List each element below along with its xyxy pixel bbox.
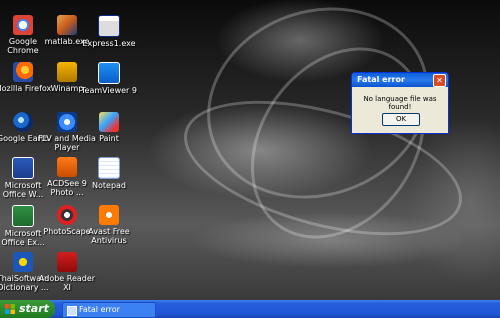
desktop-icon-label: TeamViewer 9 xyxy=(81,86,137,95)
desktop: Google Chrome Mozilla Firefox Google Ear… xyxy=(0,0,500,300)
start-label: start xyxy=(19,302,49,315)
photoscape-icon xyxy=(57,205,77,225)
taskbar-item-label: Fatal error xyxy=(79,305,120,314)
desktop-icon-label: Paint xyxy=(99,134,119,143)
desktop-icon-avast[interactable]: Avast Free Antivirus xyxy=(80,205,138,245)
app-window-icon xyxy=(98,15,120,37)
desktop-icon-label: Express1.exe xyxy=(82,39,136,48)
flv-player-icon xyxy=(57,112,77,132)
window-icon xyxy=(67,306,77,316)
dialog-title: Fatal error xyxy=(357,75,405,84)
excel-icon xyxy=(12,205,34,227)
notepad-icon xyxy=(98,157,120,179)
desktop-icon-notepad[interactable]: Notepad xyxy=(80,157,138,190)
adobe-reader-icon xyxy=(57,252,77,272)
avast-icon xyxy=(99,205,119,225)
desktop-icon-express1[interactable]: Express1.exe xyxy=(80,15,138,48)
taskbar-item-fatal-error[interactable]: Fatal error xyxy=(62,302,156,318)
firefox-icon xyxy=(13,62,33,82)
desktop-icon-adobe-reader[interactable]: Adobe Reader XI xyxy=(38,252,96,292)
fatal-error-dialog: Fatal error ✕ No language file was found… xyxy=(351,72,449,134)
dialog-message: No language file was found! xyxy=(363,95,437,111)
acdsee-icon xyxy=(57,157,77,177)
matlab-icon xyxy=(57,15,77,35)
start-button[interactable]: start xyxy=(0,300,55,318)
paint-icon xyxy=(99,112,119,132)
dialog-titlebar[interactable]: Fatal error ✕ xyxy=(352,73,448,87)
chrome-icon xyxy=(13,15,33,35)
desktop-icon-label: Adobe Reader XI xyxy=(38,274,96,292)
desktop-icon-label: Notepad xyxy=(92,181,126,190)
close-icon[interactable]: ✕ xyxy=(433,74,446,87)
google-earth-icon xyxy=(13,112,33,132)
desktop-icon-paint[interactable]: Paint xyxy=(80,112,138,143)
teamviewer-icon xyxy=(98,62,120,84)
word-icon xyxy=(12,157,34,179)
windows-flag-icon xyxy=(5,304,15,314)
taskbar: start Fatal error xyxy=(0,300,500,318)
winamp-icon xyxy=(57,62,77,82)
desktop-icon-teamviewer[interactable]: TeamViewer 9 xyxy=(80,62,138,95)
ok-button[interactable]: OK xyxy=(382,113,420,126)
thaisoftware-icon xyxy=(13,252,33,272)
desktop-icon-label: Avast Free Antivirus xyxy=(88,227,130,245)
